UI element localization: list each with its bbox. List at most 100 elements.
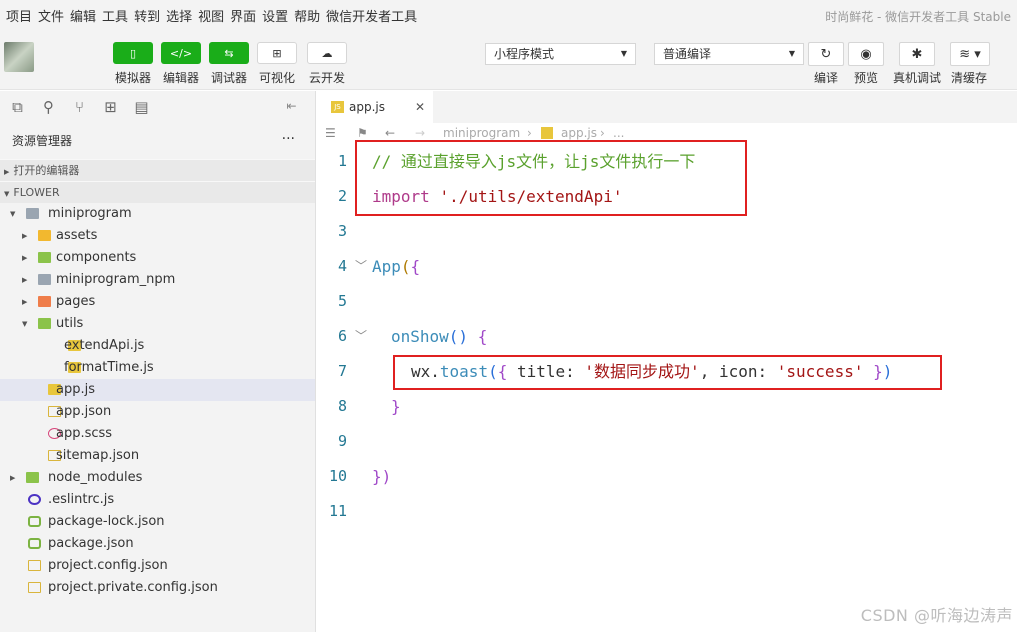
chevron-right-icon[interactable]: ▶ [10, 467, 15, 489]
tree-item[interactable]: ▶ miniprogram_npm [0, 269, 315, 291]
menu-project[interactable]: 项目 [0, 6, 32, 25]
project-label: FLOWER [13, 186, 60, 199]
tree-item[interactable]: ▶ node_modules [0, 467, 315, 489]
chevron-down-icon[interactable]: ▼ [10, 203, 15, 225]
tree-item[interactable]: project.config.json [0, 555, 315, 577]
menu-interface[interactable]: 界面 [224, 6, 256, 25]
line-number: 7 [337, 362, 347, 380]
preview-button[interactable]: ◉ [848, 42, 884, 66]
tree-item-label: utils [56, 316, 84, 331]
highlight-box [393, 355, 942, 390]
chevron-right-icon[interactable]: ▶ [22, 269, 27, 291]
clear-cache-button[interactable]: ≋ ▾ [950, 42, 990, 66]
tree-item[interactable]: project.private.config.json [0, 577, 315, 599]
box-icon[interactable]: ▤ [126, 98, 157, 116]
menu-edit[interactable]: 编辑 [64, 6, 96, 25]
code-line[interactable]: 6 ﹀ onShow() { [317, 319, 1017, 354]
more-icon[interactable]: ··· [282, 121, 295, 157]
code-line[interactable]: 4 ﹀ App({ [317, 249, 1017, 284]
menu-bar: 项目 文件 编辑 工具 转到 选择 视图 界面 设置 帮助 微信开发者工具 时尚… [0, 0, 1017, 30]
simulator-button[interactable]: ▯ [113, 42, 153, 64]
debugger-button[interactable]: ⇆ [209, 42, 249, 64]
tree-item[interactable]: app.scss [0, 423, 315, 445]
panel-title-text: 资源管理器 [12, 134, 73, 148]
tree-item[interactable]: formatTime.js [0, 357, 315, 379]
tree-item[interactable]: extendApi.js [0, 335, 315, 357]
code-line[interactable]: 5 [317, 284, 1017, 319]
npm-file-icon [28, 516, 41, 527]
menu-select[interactable]: 选择 [160, 6, 192, 25]
files-icon[interactable]: ⧉ [2, 98, 33, 116]
tree-item-label: node_modules [48, 470, 143, 485]
editor-label: 编辑器 [163, 71, 200, 85]
menu-goto[interactable]: 转到 [128, 6, 160, 25]
code-line[interactable]: 10}) [317, 459, 1017, 494]
code-content: App({ [372, 249, 420, 284]
code-content: }) [372, 459, 391, 494]
tree-item[interactable]: sitemap.json [0, 445, 315, 467]
code-brace: }) [372, 467, 392, 486]
collapse-sidebar-icon[interactable]: ⇤ [276, 99, 307, 113]
tree-item[interactable]: app.js [0, 379, 315, 401]
menu-tools[interactable]: 工具 [96, 6, 128, 25]
tree-item-label: miniprogram [48, 206, 132, 221]
visual-button[interactable]: ⊞ [257, 42, 297, 64]
menu-view[interactable]: 视图 [192, 6, 224, 25]
watermark: CSDN @听海边涛声 [860, 606, 1013, 625]
chevron-down-icon: ▼ [788, 49, 795, 58]
clear-cache-label: 清缓存 [951, 71, 988, 85]
tree-item[interactable]: app.json [0, 401, 315, 423]
tab-app-js[interactable]: JS app.js ✕ [317, 91, 433, 123]
tree-item[interactable]: ▼ miniprogram [0, 203, 315, 225]
extensions-icon[interactable]: ⊞ [95, 98, 126, 116]
folder-icon [38, 318, 51, 329]
mode-select[interactable]: 小程序模式 ▼ [485, 43, 636, 65]
remote-debug-button[interactable]: ✱ [899, 42, 935, 66]
search-icon[interactable]: ⚲ [33, 98, 64, 116]
menu-help[interactable]: 帮助 [288, 6, 320, 25]
line-number: 10 [328, 467, 347, 485]
code-brace: } [391, 397, 401, 416]
code-punctuation: ( [400, 257, 411, 276]
tree-item-label: package.json [48, 536, 134, 551]
code-line[interactable]: 8} [317, 389, 1017, 424]
code-line[interactable]: 11 [317, 494, 1017, 529]
close-icon[interactable]: ✕ [415, 91, 425, 123]
cloud-button[interactable]: ☁ [307, 42, 347, 64]
line-number: 1 [337, 152, 347, 170]
avatar[interactable] [4, 42, 34, 72]
code-line[interactable]: 3 [317, 214, 1017, 249]
fold-chevron-icon[interactable]: ﹀ [355, 249, 367, 284]
tree-item[interactable]: .eslintrc.js [0, 489, 315, 511]
source-control-icon[interactable]: ⑂ [64, 98, 95, 116]
chevron-down-icon[interactable]: ▼ [22, 313, 27, 335]
compile-select-value: 普通编译 [663, 47, 712, 61]
project-section[interactable]: ▼ FLOWER [0, 181, 315, 203]
fold-chevron-icon[interactable]: ﹀ [355, 319, 367, 354]
tree-item[interactable]: ▶ pages [0, 291, 315, 313]
chevron-right-icon[interactable]: ▶ [22, 225, 27, 247]
bug-icon: ✱ [911, 46, 923, 62]
chevron-right-icon[interactable]: ▶ [22, 291, 27, 313]
tree-item[interactable]: package.json [0, 533, 315, 555]
open-editors-section[interactable]: ▶ 打开的编辑器 [0, 159, 315, 181]
tree-item[interactable]: ▶ assets [0, 225, 315, 247]
code-method: onShow [391, 327, 449, 346]
chevron-right-icon: ▶ [4, 168, 10, 176]
explorer-sidebar: ⧉ ⚲ ⑂ ⊞ ▤ ⇤ 资源管理器 ··· ▶ 打开的编辑器 ▼ FLOWER ▼ m… [0, 91, 316, 632]
menu-settings[interactable]: 设置 [256, 6, 288, 25]
menu-devtools[interactable]: 微信开发者工具 [320, 6, 417, 25]
chevron-right-icon[interactable]: ▶ [22, 247, 27, 269]
cloud-label: 云开发 [309, 71, 346, 85]
folder-icon [38, 252, 51, 263]
compile-button[interactable]: ↻ [808, 42, 844, 66]
menu-file[interactable]: 文件 [32, 6, 64, 25]
tree-item[interactable]: package-lock.json [0, 511, 315, 533]
tree-item[interactable]: ▼ utils [0, 313, 315, 335]
code-line[interactable]: 9 [317, 424, 1017, 459]
code-icon: </> [169, 46, 193, 60]
tree-item[interactable]: ▶ components [0, 247, 315, 269]
refresh-icon: ↻ [820, 46, 832, 62]
editor-button[interactable]: </> [161, 42, 201, 64]
compile-select[interactable]: 普通编译 ▼ [654, 43, 804, 65]
